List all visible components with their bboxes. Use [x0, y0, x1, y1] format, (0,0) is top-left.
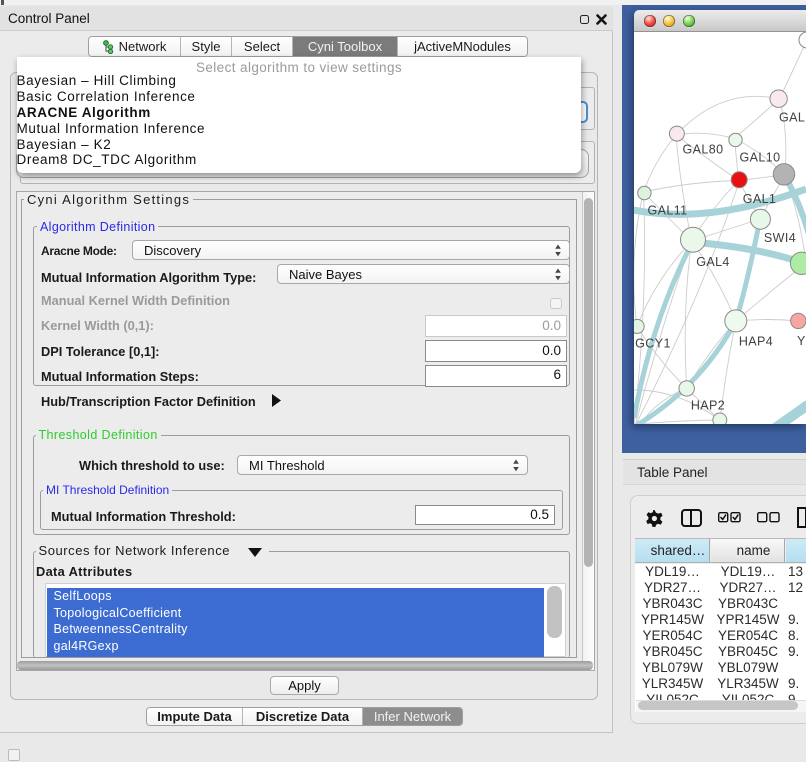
svg-text:HAP2: HAP2: [691, 399, 725, 413]
svg-text:HAP4: HAP4: [739, 335, 773, 349]
svg-text:GCY1: GCY1: [635, 337, 671, 351]
svg-text:SWI4: SWI4: [764, 231, 796, 245]
svg-text:GAL4: GAL4: [696, 255, 730, 269]
svg-text:GAL80: GAL80: [683, 143, 724, 157]
svg-text:GAL10: GAL10: [740, 151, 781, 165]
svg-text:GAL1: GAL1: [743, 192, 777, 206]
svg-text:GAL11: GAL11: [648, 204, 688, 218]
svg-text:GAL: GAL: [779, 111, 805, 125]
svg-text:Y: Y: [797, 334, 806, 348]
